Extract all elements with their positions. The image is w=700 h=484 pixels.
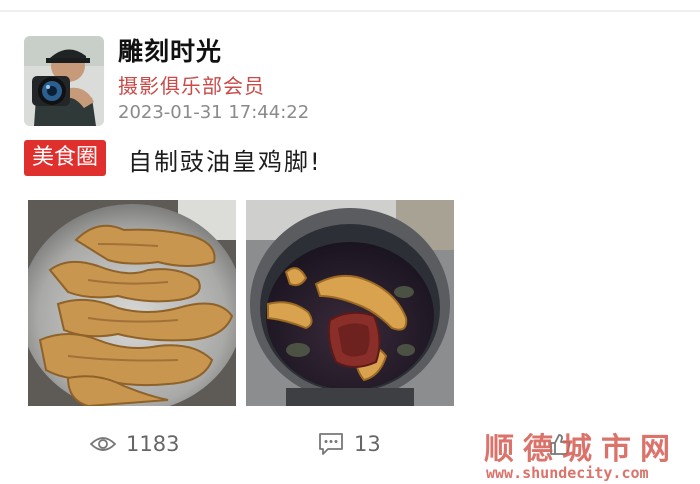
views-stat[interactable]: 1183 [90, 428, 179, 460]
user-name[interactable]: 雕刻时光 [118, 32, 222, 68]
eye-icon [90, 437, 116, 451]
post-photo-1[interactable] [28, 200, 236, 406]
user-membership-title: 摄影俱乐部会员 [118, 74, 265, 98]
chicken-feet-pot-image [246, 200, 454, 406]
post-card: 雕刻时光 摄影俱乐部会员 2023-01-31 17:44:22 美食圈 自制豉… [0, 12, 700, 484]
views-count: 1183 [126, 432, 180, 456]
post-timestamp: 2023-01-31 17:44:22 [118, 102, 310, 123]
watermark-url: www.shundecity.com [486, 464, 649, 482]
post-text: 自制豉油皇鸡脚! [128, 148, 322, 176]
comments-count: 13 [354, 432, 381, 456]
thumbs-up-icon [550, 434, 571, 455]
comments-stat[interactable]: 13 [318, 428, 381, 460]
post-photo-2[interactable] [246, 200, 454, 406]
avatar[interactable] [24, 36, 104, 126]
likes-stat[interactable] [548, 428, 582, 460]
comment-icon [319, 433, 343, 455]
topic-tag[interactable]: 美食圈 [24, 140, 107, 176]
avatar-photographer-image [24, 36, 104, 126]
post-stats-bar: 1183 13 [0, 428, 700, 460]
chicken-feet-plate-image [28, 200, 236, 406]
